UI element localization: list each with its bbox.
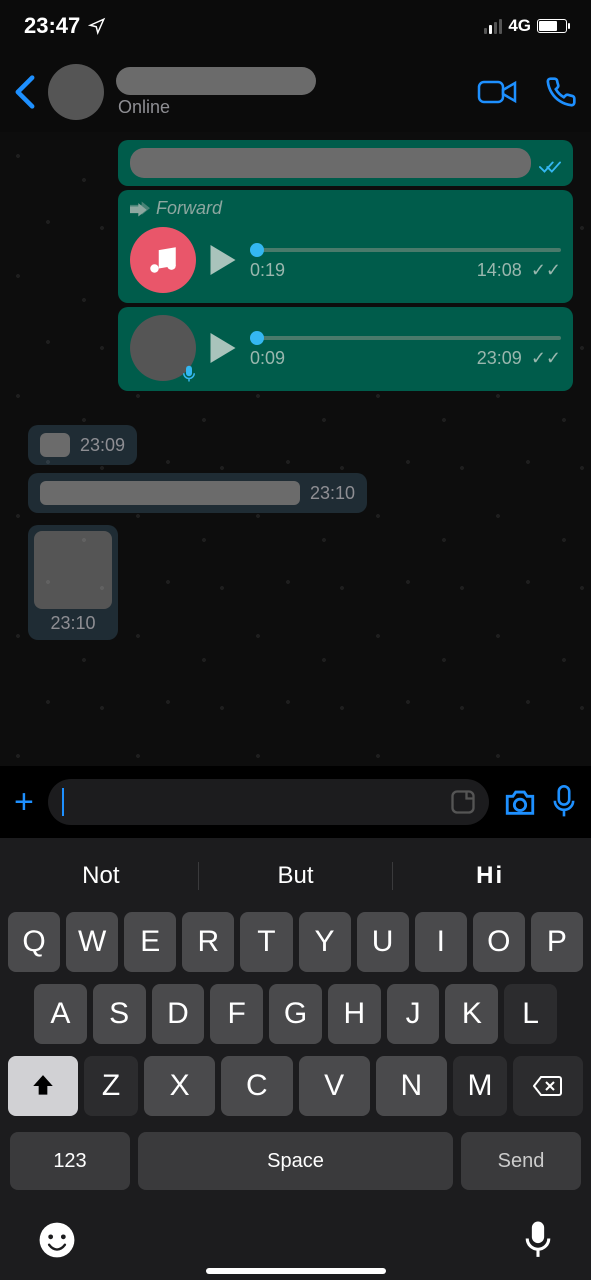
- key-o[interactable]: O: [473, 912, 525, 972]
- numeric-key[interactable]: 123: [10, 1132, 130, 1190]
- network-label: 4G: [508, 16, 531, 36]
- status-time: 23:47: [24, 13, 80, 39]
- key-l[interactable]: L: [504, 984, 557, 1044]
- contact-info[interactable]: Online: [116, 67, 465, 118]
- keyboard-suggestions: Not But Hi: [4, 846, 587, 906]
- signal-icon: [484, 19, 502, 34]
- audio-duration: 0:09: [250, 348, 285, 369]
- key-g[interactable]: G: [269, 984, 322, 1044]
- contact-avatar[interactable]: [48, 64, 104, 120]
- audio-seek-bar[interactable]: [250, 336, 561, 340]
- message-input-bar: +: [0, 766, 591, 838]
- key-s[interactable]: S: [93, 984, 146, 1044]
- back-button[interactable]: [14, 74, 36, 110]
- key-h[interactable]: H: [328, 984, 381, 1044]
- incoming-image-message[interactable]: 23:10: [28, 525, 118, 640]
- keyboard: Not But Hi QWERTYUIOP ASDFGHJKL ZXCVNM 1…: [0, 838, 591, 1280]
- message-timestamp: 23:09: [477, 348, 522, 368]
- sticker-button[interactable]: [449, 788, 477, 816]
- attach-button[interactable]: +: [14, 783, 34, 822]
- chat-header: Online: [0, 52, 591, 132]
- read-ticks-icon: [539, 160, 561, 178]
- read-ticks-icon: ✓✓: [531, 260, 561, 280]
- key-a[interactable]: A: [34, 984, 87, 1044]
- incoming-message[interactable]: 23:10: [28, 473, 367, 513]
- key-k[interactable]: K: [445, 984, 498, 1044]
- message-input[interactable]: [48, 779, 489, 825]
- key-f[interactable]: F: [210, 984, 263, 1044]
- key-n[interactable]: N: [376, 1056, 447, 1116]
- forward-text: Forward: [156, 198, 222, 219]
- message-timestamp: 23:10: [310, 483, 355, 504]
- outgoing-audio-message[interactable]: Forward 0:19 14:08 ✓✓: [118, 190, 573, 303]
- key-u[interactable]: U: [357, 912, 409, 972]
- suggestion-2[interactable]: But: [199, 862, 394, 890]
- key-z[interactable]: Z: [84, 1056, 138, 1116]
- image-thumbnail: [34, 531, 112, 609]
- send-key[interactable]: Send: [461, 1132, 581, 1190]
- mic-badge-icon: [180, 365, 198, 383]
- audio-duration: 0:19: [250, 260, 285, 281]
- forward-icon: [130, 201, 150, 217]
- voice-record-button[interactable]: [551, 785, 577, 819]
- outgoing-message[interactable]: [118, 140, 573, 186]
- space-key[interactable]: Space: [138, 1132, 453, 1190]
- outgoing-voice-message[interactable]: 0:09 23:09 ✓✓: [118, 307, 573, 391]
- audio-seek-bar[interactable]: [250, 248, 561, 252]
- voice-call-icon[interactable]: [545, 76, 577, 108]
- text-cursor: [62, 788, 64, 816]
- message-timestamp: 23:10: [34, 609, 112, 634]
- battery-icon: [537, 19, 567, 33]
- key-c[interactable]: C: [221, 1056, 292, 1116]
- key-d[interactable]: D: [152, 984, 205, 1044]
- key-e[interactable]: E: [124, 912, 176, 972]
- key-p[interactable]: P: [531, 912, 583, 972]
- backspace-key[interactable]: [513, 1056, 583, 1116]
- play-button[interactable]: [210, 245, 236, 275]
- key-t[interactable]: T: [240, 912, 292, 972]
- key-v[interactable]: V: [299, 1056, 370, 1116]
- dictation-button[interactable]: [523, 1220, 553, 1260]
- forward-label: Forward: [118, 190, 573, 219]
- home-indicator[interactable]: [206, 1268, 386, 1274]
- redacted-text: [40, 433, 70, 457]
- video-call-icon[interactable]: [477, 78, 517, 106]
- location-icon: [88, 17, 106, 35]
- key-m[interactable]: M: [453, 1056, 507, 1116]
- key-x[interactable]: X: [144, 1056, 215, 1116]
- message-timestamp: 23:09: [80, 435, 125, 456]
- redacted-text: [40, 481, 300, 505]
- key-q[interactable]: Q: [8, 912, 60, 972]
- incoming-message[interactable]: 23:09: [28, 425, 137, 465]
- key-i[interactable]: I: [415, 912, 467, 972]
- contact-status: Online: [116, 97, 465, 118]
- sender-avatar: [130, 315, 196, 381]
- key-r[interactable]: R: [182, 912, 234, 972]
- music-icon: [130, 227, 196, 293]
- play-button[interactable]: [210, 333, 236, 363]
- chat-body[interactable]: Forward 0:19 14:08 ✓✓: [0, 132, 591, 766]
- suggestion-1[interactable]: Not: [4, 862, 199, 890]
- camera-button[interactable]: [503, 787, 537, 817]
- status-bar: 23:47 4G: [0, 0, 591, 52]
- read-ticks-icon: ✓✓: [531, 348, 561, 368]
- shift-key[interactable]: [8, 1056, 78, 1116]
- emoji-button[interactable]: [38, 1221, 76, 1259]
- key-y[interactable]: Y: [299, 912, 351, 972]
- key-w[interactable]: W: [66, 912, 118, 972]
- redacted-text: [130, 148, 531, 178]
- suggestion-3[interactable]: Hi: [393, 862, 587, 890]
- key-j[interactable]: J: [387, 984, 440, 1044]
- message-timestamp: 14:08: [477, 260, 522, 280]
- contact-name-redacted: [116, 67, 316, 95]
